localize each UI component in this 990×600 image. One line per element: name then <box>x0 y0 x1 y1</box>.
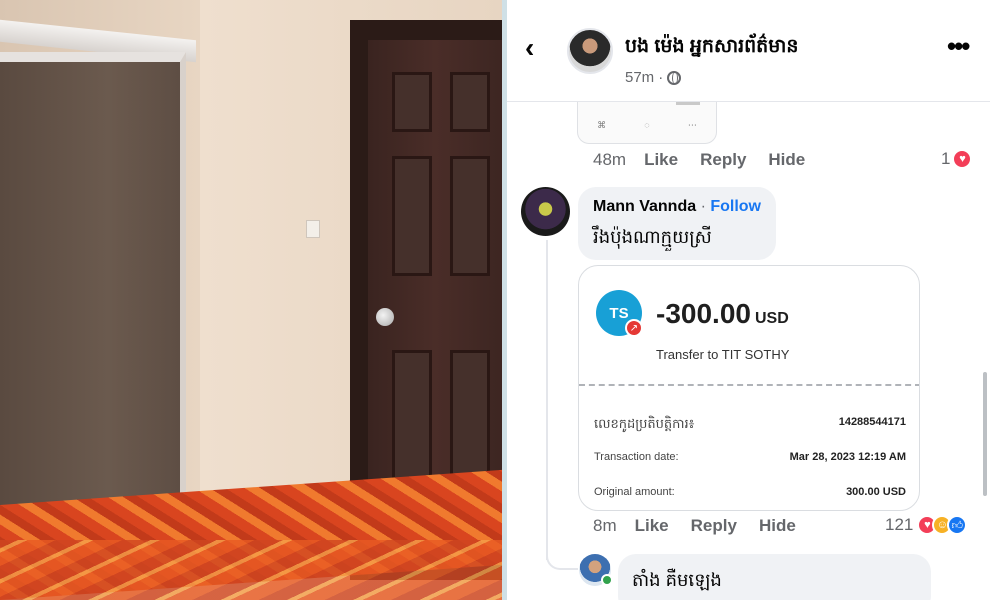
reaction-count: 1 <box>941 149 951 168</box>
transfer-amount: -300.00 USD <box>656 298 789 330</box>
row-label: Original amount: <box>594 486 675 498</box>
more-options-icon[interactable]: ••• <box>947 33 970 59</box>
reply-button[interactable]: Reply <box>691 516 737 536</box>
receipt-row: លេខកូដប្រតិបត្តិការ៖ 14288544171 <box>594 416 906 435</box>
commenter-avatar[interactable] <box>521 187 570 236</box>
transfer-receipt-image[interactable]: TS ↗ -300.00 USD Transfer to TIT SOTHY លេ… <box>578 265 920 511</box>
back-arrow-icon[interactable]: ‹ <box>525 34 547 62</box>
door-panel <box>392 350 432 490</box>
meta-separator: · <box>658 69 664 86</box>
comment-time: 48m <box>593 150 627 169</box>
carpet-pattern <box>0 540 502 600</box>
like-reaction-icon: 👍︎ <box>947 515 968 535</box>
door-panel <box>450 72 490 132</box>
row-label: Transaction date: <box>594 451 679 463</box>
previous-comment-actions: 48m Like Reply Hide <box>593 150 827 170</box>
reply-bubble: តាំង គឺមឡេង <box>618 554 931 600</box>
transfer-recipient: Transfer to TIT SOTHY <box>656 347 790 362</box>
comment-author[interactable]: Mann Vannda <box>593 198 696 215</box>
row-value: 300.00 USD <box>846 486 906 498</box>
door-knob <box>376 308 394 326</box>
thread-connector <box>546 540 578 570</box>
comment-time: 8m <box>593 516 617 535</box>
like-button[interactable]: Like <box>635 516 669 536</box>
hide-button[interactable]: Hide <box>768 150 805 170</box>
post-time[interactable]: 57m <box>625 69 654 86</box>
separator: · <box>696 198 711 215</box>
comment-reactions[interactable]: 121 ♥ ☺ 👍︎ <box>885 515 968 535</box>
page-avatar[interactable] <box>567 28 613 74</box>
row-label: លេខកូដប្រតិបត្តិការ៖ <box>594 416 695 431</box>
reaction-count: 121 <box>885 515 914 534</box>
follow-button[interactable]: Follow <box>710 198 761 215</box>
post-meta: 57m · <box>625 69 682 86</box>
door-panel <box>450 350 490 490</box>
post-photo[interactable] <box>0 0 502 600</box>
image-icons: ⌘ ◌ ⋯ <box>597 120 697 130</box>
receipt-row: Transaction date: Mar 28, 2023 12:19 AM <box>594 451 906 463</box>
receipt-row: Original amount: 300.00 USD <box>594 486 906 498</box>
image-detail <box>676 102 700 105</box>
comment-author-line: Mann Vannda · Follow <box>593 198 761 216</box>
comment-bubble: Mann Vannda · Follow រឹងប៉ុងណាក្មួយស្រី <box>578 187 776 260</box>
outgoing-arrow-icon: ↗ <box>625 319 643 337</box>
hide-button[interactable]: Hide <box>759 516 796 536</box>
amount-currency: USD <box>754 310 789 327</box>
light-switch <box>306 220 320 238</box>
thread-line <box>546 240 548 560</box>
comments-panel: ⌘ ◌ ⋯ 48m Like Reply Hide 1 ♥ Mann Vannda … <box>507 0 990 600</box>
reply-text: តាំង គឺមឡេង <box>632 570 722 590</box>
row-value: 14288544171 <box>838 416 906 428</box>
dashed-separator <box>579 384 919 386</box>
post-header: ‹ បង ម៉េង អ្នកសារព័ត៌មាន 57m · ••• <box>507 0 990 102</box>
globe-icon <box>667 70 682 85</box>
door-panel <box>392 72 432 132</box>
scrollbar[interactable] <box>983 372 987 496</box>
heart-reaction-icon: ♥ <box>952 149 973 169</box>
previous-reactions[interactable]: 1 ♥ <box>941 149 973 169</box>
row-value: Mar 28, 2023 12:19 AM <box>789 451 906 463</box>
comment-actions: 8m Like Reply Hide <box>593 516 818 536</box>
door-panel <box>450 156 490 276</box>
like-button[interactable]: Like <box>644 150 678 170</box>
door-panel <box>392 156 432 276</box>
previous-comment-image[interactable]: ⌘ ◌ ⋯ <box>577 96 717 144</box>
reply-button[interactable]: Reply <box>700 150 746 170</box>
amount-value: -300.00 <box>656 298 751 329</box>
page-name[interactable]: បង ម៉េង អ្នកសារព័ត៌មាន <box>625 34 798 62</box>
comment-text: រឹងប៉ុងណាក្មួយស្រី <box>593 227 712 247</box>
online-status-indicator <box>601 574 613 586</box>
